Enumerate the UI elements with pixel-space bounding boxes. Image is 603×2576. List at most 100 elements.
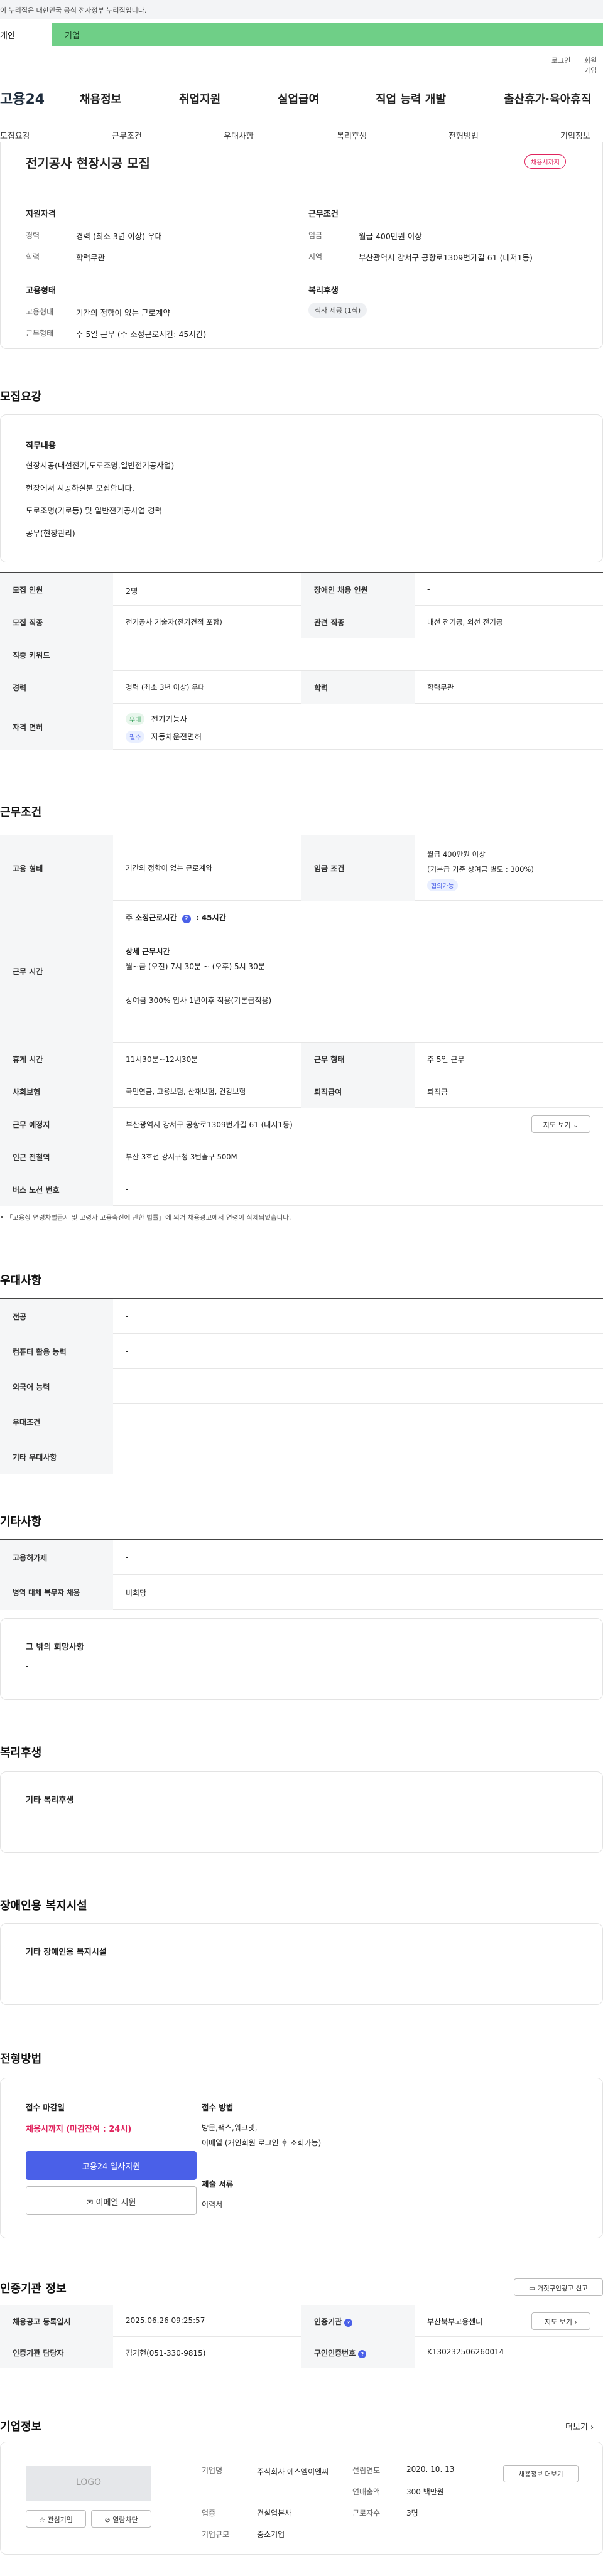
company-jobs-label: 채용정보 더보기 [518,2471,563,2478]
table-row: 컴퓨터 활용 능력 - [0,1334,603,1369]
site-logo[interactable]: 고용24 [0,88,45,108]
company-card: LOGO ☆ 관심기업 ⊘ 열람차단 기업명 주식회사 에스엠이엔씨 업종 건설… [0,2442,603,2555]
nav-item-jobs[interactable]: 채용정보 [80,90,121,107]
other-section-title: 기타사항 [0,1515,42,1528]
tab-preference[interactable]: 우대사항 [224,129,254,141]
duty-line: 도로조명(가로등) 및 일반전기공사업 경력 [26,506,163,515]
disability-card: 기타 장애인용 복지시설 - [0,1923,603,2005]
tab-company[interactable]: 기업정보 [560,129,590,141]
table-row: 인증기관 담당자 김기현(051-330-9815) 구인인증번호 ? K130… [0,2337,603,2368]
table-header: 고용허가제 [0,1540,113,1575]
method-line: 이메일 (개인회원 로그인 후 조회가능) [202,2139,322,2147]
founded-value: 2020. 10. 13 [406,2465,455,2474]
wage-line: 월급 400만원 이상 [427,850,486,859]
job-summary-card: 전기공사 현장시공 모집 채용시까지 지원자격 경력 경력 (최소 3년 이상)… [0,142,603,349]
welfare-section-title: 복리후생 [0,1746,42,1759]
career-value: 경력 (최소 3년 이상) 우대 [76,232,163,241]
company-jobs-button[interactable]: 채용정보 더보기 [503,2465,579,2482]
document-icon: ▭ [529,2285,535,2292]
login-link[interactable]: 로그인 [551,55,570,65]
age-notice: • 「고용상 연령차별금지 및 고령자 고용촉진에 관한 법률」에 의거 채용광… [0,1214,291,1221]
table-header: 직종 키워드 [0,638,113,671]
table-header: 인증기관 담당자 [0,2337,113,2368]
table-cell: 11시30분~12시30분 [126,1055,198,1064]
tab-recruit[interactable]: 모집요강 [0,129,30,141]
table-header: 사회보험 [0,1075,113,1108]
map-button[interactable]: 지도 보기 ⌄ [531,1115,590,1133]
table-cell: - [126,1382,129,1391]
table-header: 경력 [0,671,113,704]
nav-item-leave[interactable]: 출산휴가·육아휴직 [504,90,591,107]
table-cell: 부산광역시 강서구 공항로1309번가길 61 (대저1동) [126,1120,293,1129]
hours-detail: 월~금 (오전) 7시 30분 ~ (오후) 5시 30분 [126,962,265,971]
info-icon[interactable]: ? [358,2350,367,2358]
work-label: 근무형태 [26,329,54,338]
table-header: 기타 우대사항 [0,1439,113,1474]
apply-button[interactable]: 고용24 입사지원 [26,2151,197,2180]
table-header: 버스 노선 번호 [0,1173,113,1206]
table-header: 근무 시간 [0,901,113,1043]
report-fake-ad-button[interactable]: ▭ 거짓구인광고 신고 [514,2278,603,2296]
tab-personal[interactable]: 개인 [0,23,52,46]
table-header: 채용공고 등록일시 [0,2305,113,2337]
license-tag: 필수 [126,731,145,743]
emp-title: 고용형태 [26,286,56,296]
duty-card: 직무내용 현장시공(내선전기,도로조명,일반전기공사업) 현장에서 시공하실분 … [0,414,603,562]
favorite-company-button[interactable]: ☆ 관심기업 [26,2510,86,2528]
table-cell: - [126,1552,129,1562]
table-cell: 부산북부고용센터 [427,2317,483,2326]
favorite-label: 관심기업 [47,2516,73,2524]
table-header: 모집 직종 [0,606,113,638]
nav-item-employment[interactable]: 취업지원 [179,90,220,107]
map-button-label: 지도 보기 [543,1121,571,1129]
region-value: 부산광역시 강서구 공항로1309번가길 61 (대저1동) [359,253,533,262]
license-name: 전기기능사 [151,714,188,724]
info-icon[interactable]: ? [182,915,191,923]
tab-conditions[interactable]: 근무조건 [112,129,142,141]
block-company-button[interactable]: ⊘ 열람차단 [91,2510,151,2528]
info-icon[interactable]: ? [344,2319,353,2327]
scale-label: 기업규모 [202,2530,230,2539]
table-cell: 내선 전기공, 외선 전기공 [427,618,503,626]
wage-line: (기본급 기준 상여금 별도 : 300%) [427,865,534,874]
table-header: 학력 [302,671,415,704]
nav-item-unemployment[interactable]: 실업급여 [278,90,319,107]
agency-label: 인증기관 [314,2317,342,2326]
duty-line: 현장에서 시공하실분 모집합니다. [26,483,134,493]
docs-title: 제출 서류 [202,2179,234,2189]
work-value: 주 5일 근무 (주 소정근로시간: 45시간) [76,330,207,339]
table-header: 고용 형태 [0,835,113,901]
welfare-tag: 식사 제공 (1식) [308,303,367,318]
join-link[interactable]: 회원가입 [584,55,603,75]
tab-screening[interactable]: 전형방법 [448,129,479,141]
agency-map-button[interactable]: 지도 보기 › [531,2312,590,2330]
career-label: 경력 [26,231,40,240]
table-header: 컴퓨터 활용 능력 [0,1334,113,1369]
qual-title: 지원자격 [26,210,56,219]
table-cell: 2명 [126,586,138,596]
other-wish-value: - [26,1661,29,1671]
email-apply-button[interactable]: ✉ 이메일 지원 [26,2186,197,2215]
welfare-card-value: - [26,1815,29,1824]
table-row: 전공 - [0,1299,603,1334]
table-header: 인증기관 ? [302,2305,415,2337]
duty-line: 현장시공(내선전기,도로조명,일반전기공사업) [26,461,175,470]
table-cell: 국민연금, 고용보험, 산재보험, 건강보험 [126,1087,246,1096]
company-logo: LOGO [26,2466,151,2501]
table-row: 우대조건 - [0,1404,603,1439]
table-row: 근무 예정지 부산광역시 강서구 공항로1309번가길 61 (대저1동) 지도… [0,1108,603,1140]
tab-company[interactable]: 기업 [52,23,603,46]
table-row: 직종 키워드 - [0,638,603,671]
license-name: 자동차운전면허 [151,732,202,741]
table-row: 사회보험 국민연금, 고용보험, 산재보험, 건강보험 퇴직급여 퇴직금 [0,1075,603,1108]
nav-item-training[interactable]: 직업 능력 개발 [376,90,446,107]
table-header: 임금 조건 [302,835,415,901]
table-header: 퇴직급여 [302,1075,415,1108]
tab-welfare[interactable]: 복리후생 [337,129,367,141]
hours-detail-title: 상세 근무시간 [126,947,170,956]
industry-label: 업종 [202,2509,216,2518]
company-more-link[interactable]: 더보기 › [565,2420,594,2432]
apply-button-label: 고용24 입사지원 [82,2162,141,2172]
table-header: 모집 인원 [0,573,113,606]
company-name-value: 주식회사 에스엠이엔씨 [257,2467,329,2476]
